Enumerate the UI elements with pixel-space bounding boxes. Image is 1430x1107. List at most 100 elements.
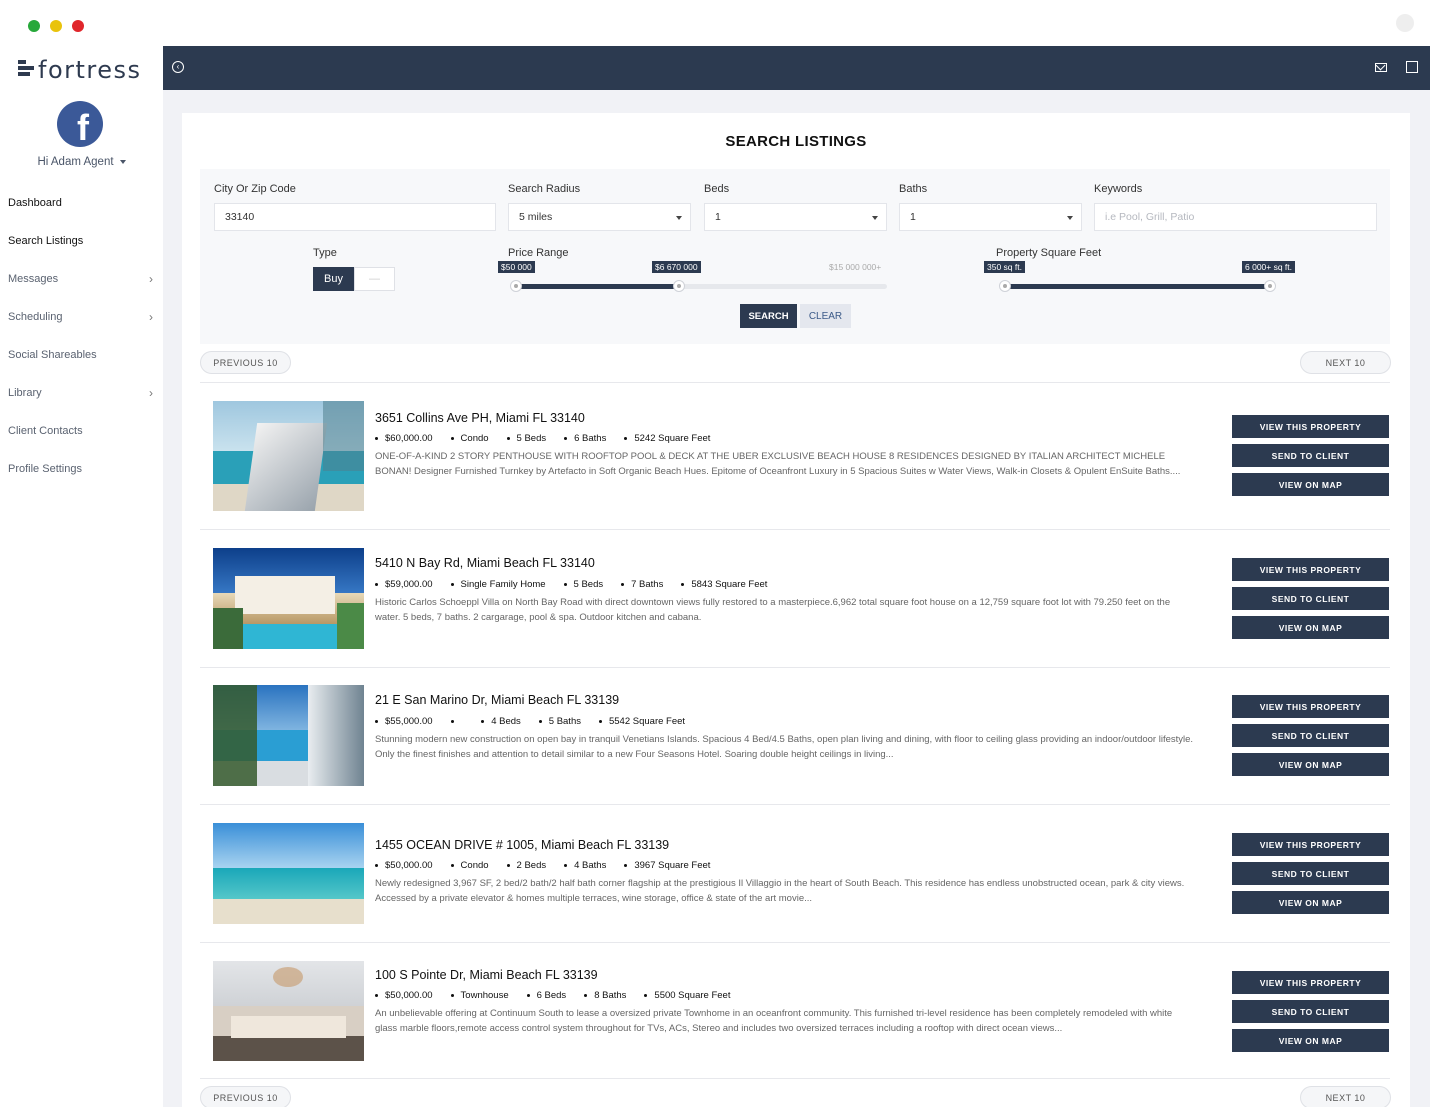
view-on-map-button[interactable]: VIEW ON MAP (1232, 753, 1389, 776)
listing-type: Single Family Home (450, 579, 546, 590)
price-max-tooltip: $6 670 000 (652, 261, 701, 273)
previous-page-button[interactable]: PREVIOUS 10 (200, 351, 291, 374)
listing-meta: $50,000.00 Condo 2 Beds 4 Baths 3967 Squ… (375, 860, 728, 871)
sidebar-item-scheduling[interactable]: Scheduling › (0, 298, 163, 336)
clear-button[interactable]: CLEAR (800, 304, 851, 328)
price-range-slider[interactable] (516, 284, 887, 289)
back-circle-icon[interactable]: ‹ (172, 61, 184, 73)
listing-meta: $59,000.00 Single Family Home 5 Beds 7 B… (375, 579, 785, 590)
next-page-button[interactable]: NEXT 10 (1300, 351, 1391, 374)
send-to-client-button[interactable]: SEND TO CLIENT (1232, 587, 1389, 610)
next-page-button-bottom[interactable]: NEXT 10 (1300, 1086, 1391, 1107)
page-title: SEARCH LISTINGS (725, 133, 867, 150)
user-greeting: Hi Adam Agent (37, 156, 114, 168)
listing-baths: 6 Baths (564, 433, 606, 444)
sqft-label: Property Square Feet (996, 247, 1102, 259)
type-toggle: Buy — (313, 267, 395, 291)
brand-logo[interactable]: fortress (18, 56, 142, 84)
view-property-button[interactable]: VIEW THIS PROPERTY (1232, 558, 1389, 581)
view-on-map-button[interactable]: VIEW ON MAP (1232, 891, 1389, 914)
listing-price: $55,000.00 (375, 716, 433, 727)
sidebar-item-label: Search Listings (8, 235, 84, 247)
listings-card: SEARCH LISTINGS City Or Zip Code 33140 S… (182, 113, 1410, 1107)
sqft-range-fill (1005, 284, 1270, 289)
listing-baths: 8 Baths (584, 990, 626, 1001)
listing-title[interactable]: 21 E San Marino Dr, Miami Beach FL 33139 (375, 693, 619, 707)
sidebar-item-dashboard[interactable]: Dashboard (0, 184, 163, 222)
listing-title[interactable]: 5410 N Bay Rd, Miami Beach FL 33140 (375, 556, 595, 570)
send-to-client-button[interactable]: SEND TO CLIENT (1232, 862, 1389, 885)
sidebar-item-label: Client Contacts (8, 425, 83, 437)
listing-photo[interactable] (213, 548, 364, 649)
baths-select[interactable]: 1 (899, 203, 1082, 231)
listing-price: $50,000.00 (375, 990, 433, 1001)
search-button[interactable]: SEARCH (740, 304, 797, 328)
send-to-client-button[interactable]: SEND TO CLIENT (1232, 1000, 1389, 1023)
listing-title[interactable]: 1455 OCEAN DRIVE # 1005, Miami Beach FL … (375, 838, 669, 852)
maximize-button[interactable] (28, 20, 40, 32)
listing-baths: 7 Baths (621, 579, 663, 590)
radius-select[interactable]: 5 miles (508, 203, 691, 231)
price-cap-label: $15 000 000+ (829, 262, 882, 272)
type-buy-button[interactable]: Buy (313, 267, 354, 291)
sqft-range-slider[interactable] (1005, 284, 1270, 289)
listing-price: $59,000.00 (375, 579, 433, 590)
listing-baths: 4 Baths (564, 860, 606, 871)
price-min-tooltip: $50 000 (498, 261, 535, 273)
sidebar-item-profile-settings[interactable]: Profile Settings (0, 450, 163, 488)
listing-photo[interactable] (213, 961, 364, 1061)
sidebar-item-search-listings[interactable]: Search Listings (0, 222, 163, 260)
city-zip-input[interactable]: 33140 (214, 203, 496, 231)
beds-label: Beds (704, 183, 730, 195)
listing-price: $50,000.00 (375, 860, 433, 871)
listing-description: Stunning modern new construction on open… (375, 734, 1194, 760)
sidebar-item-social-shareables[interactable]: Social Shareables (0, 336, 163, 374)
send-to-client-button[interactable]: SEND TO CLIENT (1232, 444, 1389, 467)
listing-title[interactable]: 3651 Collins Ave PH, Miami FL 33140 (375, 411, 585, 425)
price-min-handle[interactable] (510, 280, 522, 292)
divider (200, 1078, 1390, 1079)
keywords-input[interactable]: i.e Pool, Grill, Patio (1094, 203, 1377, 231)
view-on-map-button[interactable]: VIEW ON MAP (1232, 616, 1389, 639)
view-on-map-button[interactable]: VIEW ON MAP (1232, 1029, 1389, 1052)
listing-beds: 5 Beds (563, 579, 603, 590)
view-property-button[interactable]: VIEW THIS PROPERTY (1232, 415, 1389, 438)
type-other-button[interactable]: — (354, 267, 395, 291)
listing-photo[interactable] (213, 823, 364, 924)
send-to-client-button[interactable]: SEND TO CLIENT (1232, 724, 1389, 747)
baths-label: Baths (899, 183, 928, 195)
user-menu[interactable]: Hi Adam Agent (0, 156, 163, 168)
caret-down-icon (1067, 216, 1073, 220)
chevron-right-icon: › (149, 310, 153, 324)
view-property-button[interactable]: VIEW THIS PROPERTY (1232, 695, 1389, 718)
avatar[interactable]: f (57, 101, 103, 148)
sidebar-item-library[interactable]: Library › (0, 374, 163, 412)
window-menu-button[interactable] (1396, 14, 1414, 32)
listing-type: Condo (450, 433, 489, 444)
price-range-fill (516, 284, 680, 289)
view-property-button[interactable]: VIEW THIS PROPERTY (1232, 833, 1389, 856)
previous-page-button-bottom[interactable]: PREVIOUS 10 (200, 1086, 291, 1107)
price-max-handle[interactable] (673, 280, 686, 292)
mail-icon[interactable] (1375, 63, 1387, 72)
view-on-map-button[interactable]: VIEW ON MAP (1232, 473, 1389, 496)
sidebar-item-client-contacts[interactable]: Client Contacts (0, 412, 163, 450)
close-button[interactable] (72, 20, 84, 32)
listing-title[interactable]: 100 S Pointe Dr, Miami Beach FL 33139 (375, 968, 598, 982)
view-property-button[interactable]: VIEW THIS PROPERTY (1232, 971, 1389, 994)
beds-select[interactable]: 1 (704, 203, 887, 231)
sidebar-item-label: Social Shareables (8, 349, 97, 361)
sqft-max-handle[interactable] (1264, 280, 1276, 292)
sidebar-item-messages[interactable]: Messages › (0, 260, 163, 298)
edit-icon[interactable] (1406, 61, 1418, 73)
city-zip-value: 33140 (225, 211, 255, 223)
sidebar-item-label: Messages (8, 273, 59, 285)
brand-name: fortress (38, 56, 142, 84)
listing-photo[interactable] (213, 685, 364, 786)
divider (200, 382, 1390, 383)
list-item: 3651 Collins Ave PH, Miami FL 33140 $60,… (200, 391, 1390, 529)
sqft-min-handle[interactable] (999, 280, 1011, 292)
minimize-button[interactable] (50, 20, 62, 32)
listing-photo[interactable] (213, 401, 364, 511)
baths-value: 1 (910, 211, 916, 223)
